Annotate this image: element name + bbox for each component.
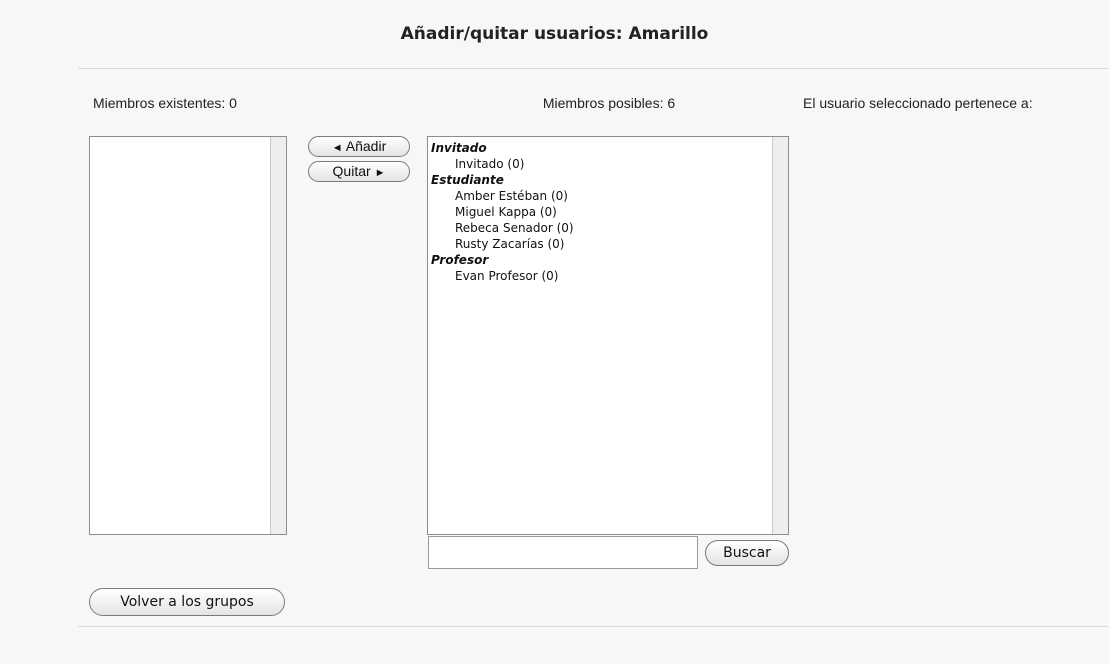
existing-members-listbox[interactable]: [89, 136, 287, 535]
search-input[interactable]: [428, 536, 698, 569]
list-item[interactable]: Rebeca Senador (0): [431, 220, 788, 236]
list-item[interactable]: Evan Profesor (0): [431, 268, 788, 284]
existing-members-label: Miembros existentes: 0: [93, 95, 237, 111]
back-to-groups-button[interactable]: Volver a los grupos: [89, 588, 285, 616]
possible-members-listbox[interactable]: Invitado Invitado (0) Estudiante Amber Esté…: [427, 136, 789, 535]
list-item[interactable]: Invitado (0): [431, 156, 788, 172]
optgroup-label: Estudiante: [431, 173, 504, 187]
existing-members-options: [90, 137, 286, 140]
list-item[interactable]: Rusty Zacarías (0): [431, 236, 788, 252]
top-divider: [78, 68, 1109, 69]
list-item[interactable]: Miguel Kappa (0): [431, 204, 788, 220]
selected-user-groups-label: El usuario seleccionado pertenece a:: [803, 95, 1033, 111]
possible-members-options: Invitado Invitado (0) Estudiante Amber Esté…: [428, 137, 788, 284]
left-arrow-icon: ◄: [331, 142, 343, 154]
possible-members-label: Miembros posibles: 6: [542, 95, 676, 111]
optgroup-label: Invitado: [431, 141, 487, 155]
add-button-label: Añadir: [345, 138, 387, 154]
remove-button[interactable]: Quitar ►: [308, 161, 410, 182]
page-title: Añadir/quitar usuarios: Amarillo: [400, 24, 709, 44]
add-button[interactable]: ◄ Añadir: [308, 136, 410, 157]
remove-button-label: Quitar: [332, 163, 371, 179]
existing-members-scrollbar[interactable]: [270, 137, 286, 534]
right-arrow-icon: ►: [374, 167, 386, 179]
optgroup-label: Profesor: [431, 253, 489, 267]
search-button[interactable]: Buscar: [705, 540, 789, 566]
list-item[interactable]: Amber Estéban (0): [431, 188, 788, 204]
bottom-divider: [78, 626, 1109, 627]
possible-members-scrollbar[interactable]: [772, 137, 788, 534]
